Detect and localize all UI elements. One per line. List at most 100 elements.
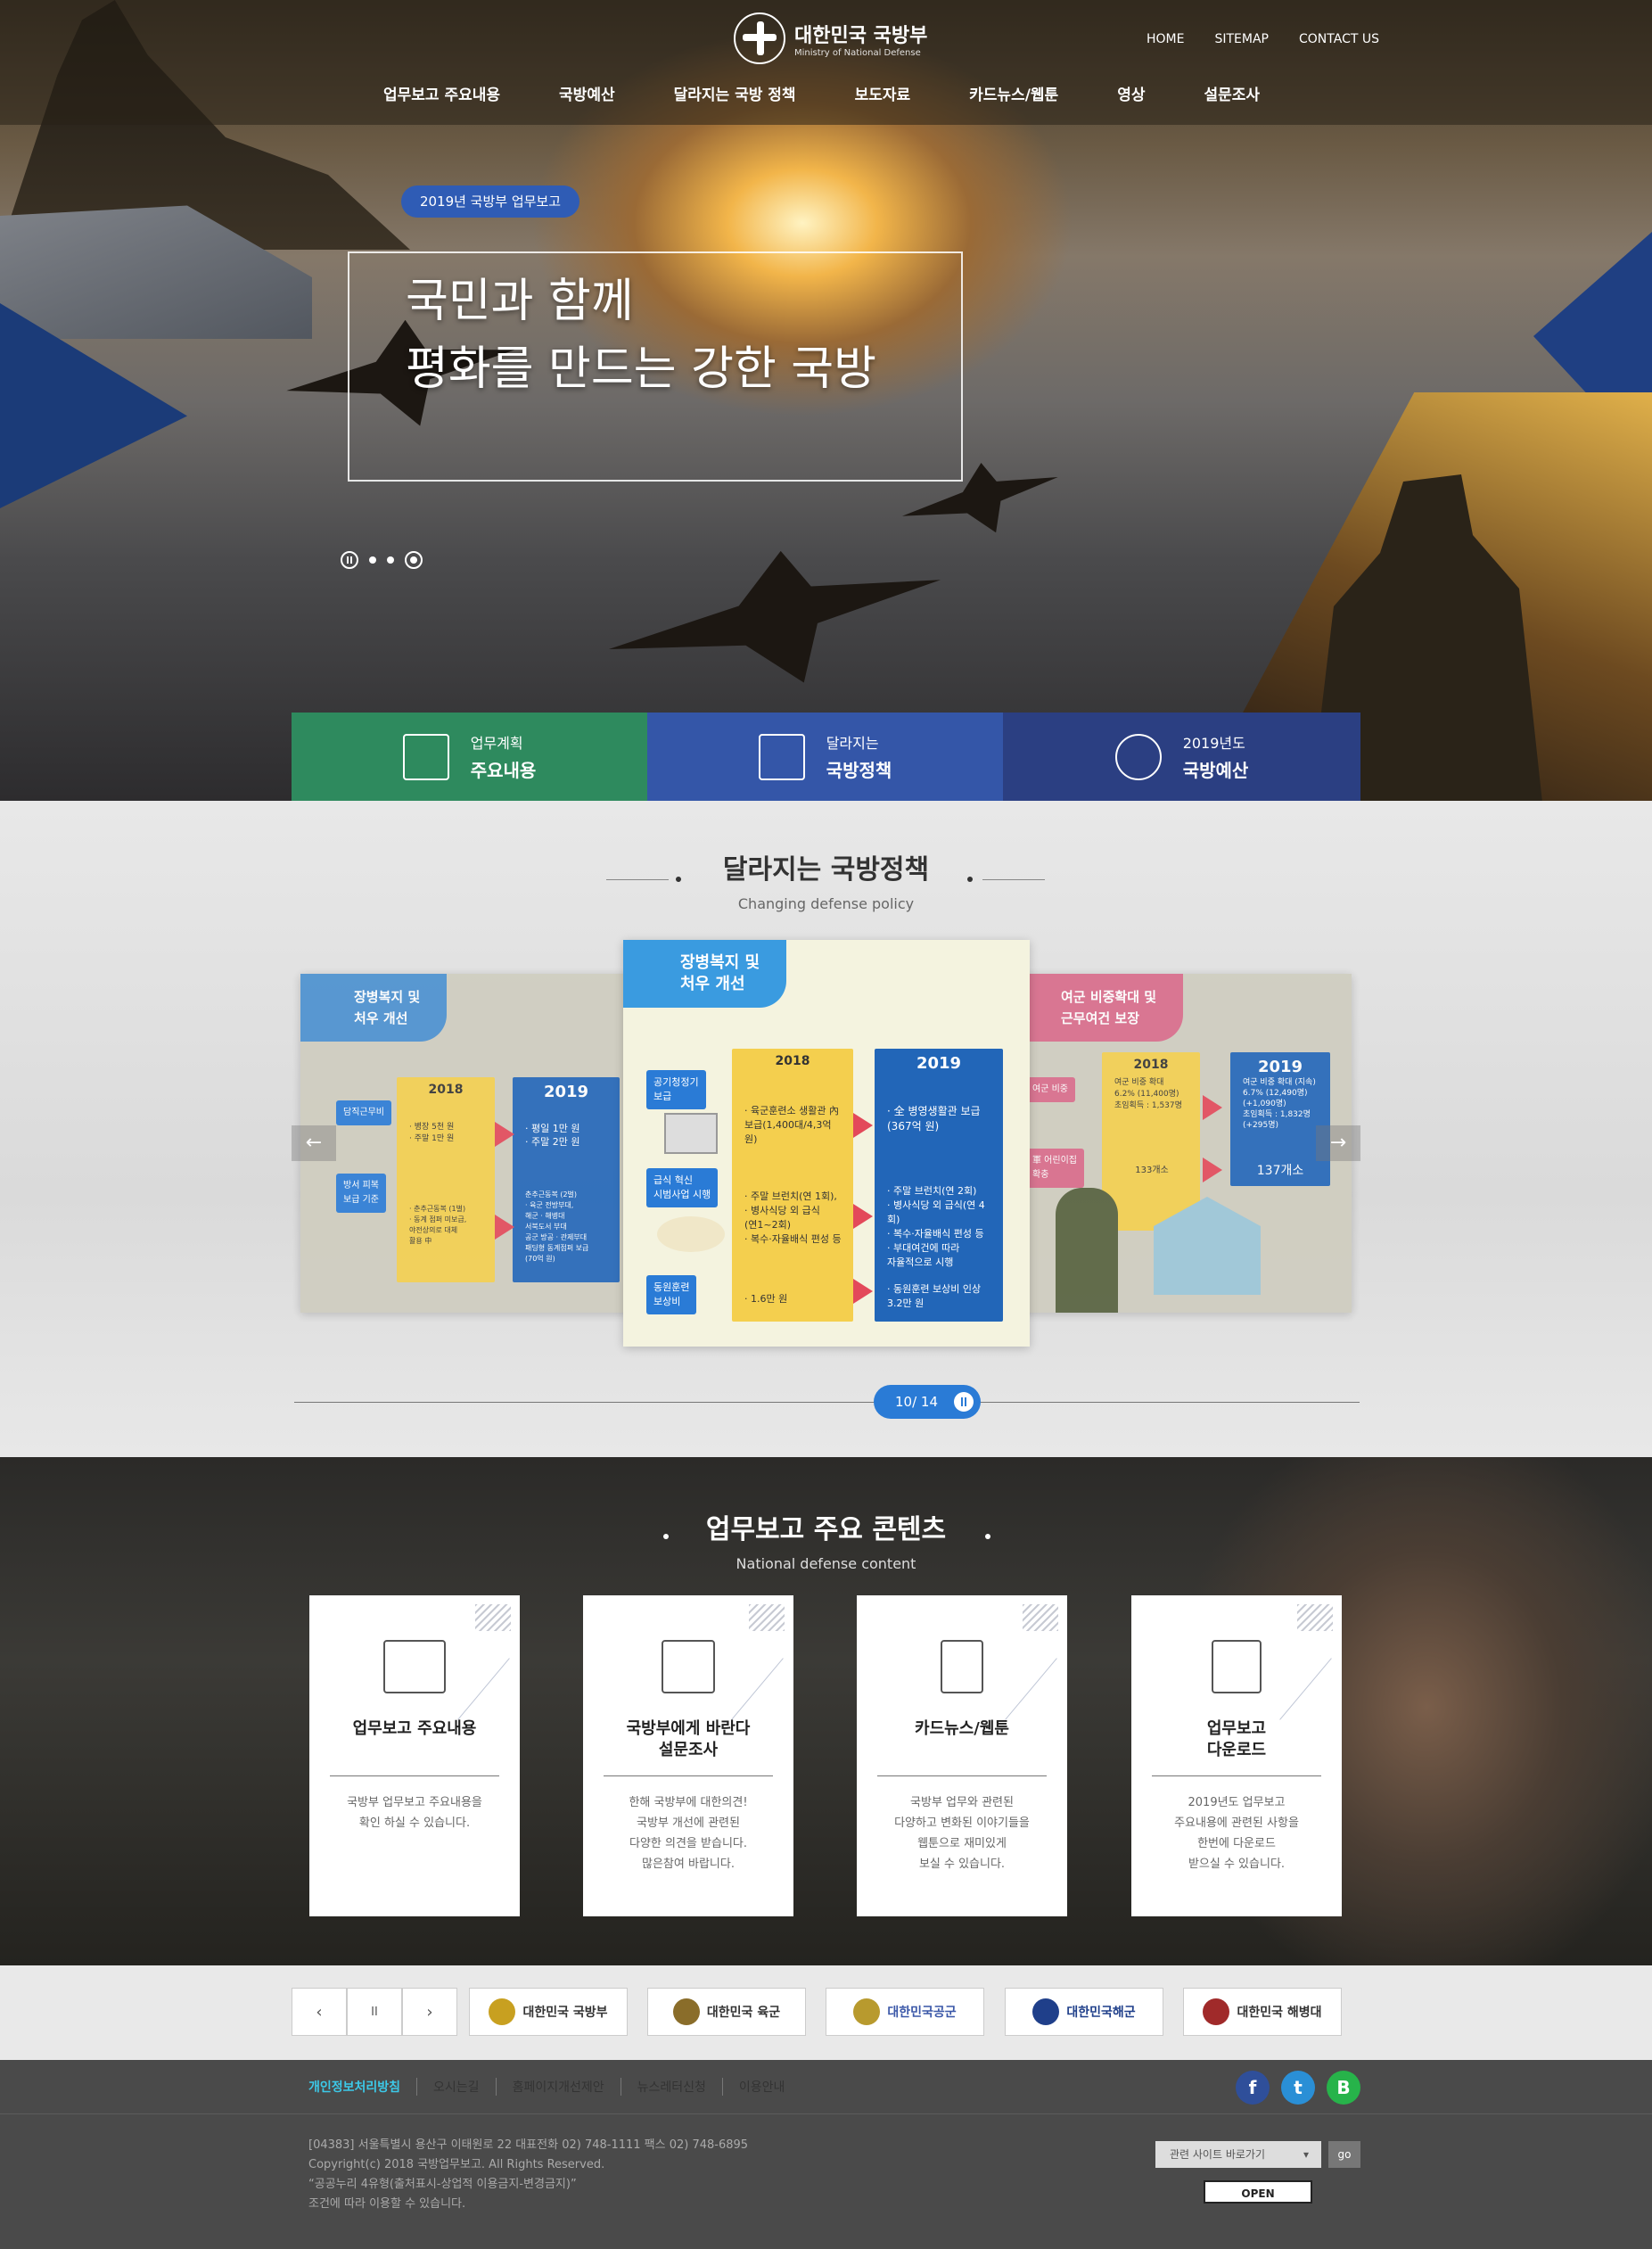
hero-title-line2: 평화를 만드는 강한 국방 bbox=[406, 342, 876, 396]
card-divider bbox=[1152, 1775, 1321, 1776]
arrow-icon bbox=[853, 1113, 873, 1138]
footer-link-newsletter[interactable]: 뉴스레터신청 bbox=[637, 2078, 723, 2096]
banner-airforce[interactable]: 대한민국공군 bbox=[826, 1988, 984, 2036]
content-card-download[interactable]: 업무보고 다운로드 2019년도 업무보고 주요내용에 관련된 사항을 한번에 … bbox=[1131, 1595, 1342, 1916]
nav-item-video[interactable]: 영상 bbox=[1117, 82, 1145, 104]
card-divider bbox=[330, 1775, 499, 1776]
cell-2019: 춘추근동복 (2벌) · 육군 전방부대, 해군 · 해병대 서북도서 부대 공… bbox=[525, 1190, 589, 1263]
footer-link-guide[interactable]: 이용안내 bbox=[739, 2078, 801, 2096]
won-coin-hand-icon bbox=[1114, 733, 1162, 780]
next-slide-arrow-icon[interactable]: → bbox=[1316, 1125, 1360, 1161]
footer-link-suggest[interactable]: 홈페이지개선제안 bbox=[513, 2078, 621, 2096]
row-label: 여군 비중 bbox=[1025, 1077, 1075, 1102]
card-divider bbox=[877, 1775, 1047, 1776]
footer-address: [04383] 서울특별시 용산구 이태원로 22 대표전화 02) 748-1… bbox=[308, 2138, 749, 2152]
document-magnifier-icon bbox=[662, 1640, 715, 1693]
banner-mnd[interactable]: 대한민국 국방부 bbox=[469, 1988, 628, 2036]
slide-dot[interactable] bbox=[369, 556, 376, 564]
year-label: 2019 bbox=[543, 1083, 589, 1101]
pause-icon[interactable] bbox=[954, 1392, 974, 1412]
policy-card-prev[interactable]: 장병복지 및 처우 개선 2018 2019 담직근무비 방서 피복 보급 기준… bbox=[300, 974, 632, 1313]
pause-icon[interactable] bbox=[341, 551, 358, 569]
cell-2019: · 평일 1만 원 · 주말 2만 원 bbox=[525, 1123, 580, 1148]
row-label: 동원훈련 보상비 bbox=[646, 1275, 697, 1314]
util-home-link[interactable]: HOME bbox=[1147, 32, 1184, 46]
quick-tab-policy[interactable]: 달라지는 국방정책 bbox=[647, 713, 1003, 801]
brand-title: 대한민국 국방부 bbox=[794, 24, 928, 47]
prev-slide-arrow-icon[interactable]: ← bbox=[292, 1125, 336, 1161]
twitter-icon[interactable]: t bbox=[1281, 2071, 1315, 2105]
banner-marines[interactable]: 대한민국 해병대 bbox=[1183, 1988, 1342, 2036]
title-rule bbox=[606, 879, 669, 880]
army-logo-icon bbox=[672, 1998, 700, 2025]
nav-item-budget[interactable]: 국방예산 bbox=[559, 82, 615, 104]
quick-tab-line2: 국방예산 bbox=[1182, 760, 1249, 781]
nav-item-report[interactable]: 업무보고 주요내용 bbox=[383, 82, 500, 104]
site-logo[interactable]: 대한민국 국방부 Ministry of National Defense bbox=[734, 12, 927, 64]
cell-2019: · 全 병영생활관 보급 (367억 원) bbox=[887, 1105, 981, 1133]
cell-2019: · 주말 브런치(연 2회) · 병사식당 외 급식(연 4회) · 복수·자율… bbox=[887, 1185, 985, 1268]
footer-nav: 개인정보처리방침 오시는길 홈페이지개선제안 뉴스레터신청 이용안내 bbox=[308, 2078, 817, 2096]
title-dot bbox=[985, 1534, 990, 1539]
nav-item-cardnews[interactable]: 카드뉴스/웹툰 bbox=[969, 82, 1058, 104]
utility-nav: HOME SITEMAP CONTACT US bbox=[1147, 32, 1379, 46]
slide-dot[interactable] bbox=[387, 556, 394, 564]
line-chart-board-icon bbox=[383, 1640, 446, 1693]
decor-stripe bbox=[749, 1604, 785, 1631]
marines-logo-icon bbox=[1203, 1998, 1230, 2025]
arrow-icon bbox=[853, 1204, 873, 1229]
banner-army[interactable]: 대한민국 육군 bbox=[647, 1988, 806, 2036]
blog-icon[interactable]: B bbox=[1327, 2071, 1360, 2105]
cell-2018: · 육군훈련소 생활관 內 보급(1,400대/4,3억 원) bbox=[744, 1105, 839, 1145]
footer bbox=[0, 2060, 1652, 2249]
presentation-board-icon bbox=[402, 733, 449, 780]
related-sites-go-button[interactable]: go bbox=[1328, 2141, 1360, 2168]
slide-pager: 10/ 14 bbox=[874, 1385, 981, 1419]
book-icon bbox=[758, 733, 805, 780]
nav-item-survey[interactable]: 설문조사 bbox=[1204, 82, 1260, 104]
policy-card-current[interactable]: 장병복지 및 처우 개선 2018 2019 공기청정기 보급 급식 혁신 시범… bbox=[623, 940, 1030, 1347]
banner-navy[interactable]: 대한민국해군 bbox=[1005, 1988, 1163, 2036]
open-license-badge: OPEN bbox=[1204, 2180, 1312, 2204]
footer-divider bbox=[0, 2113, 1652, 2114]
related-sites-select[interactable]: 관련 사이트 바로가기 ▾ bbox=[1155, 2141, 1321, 2168]
arrow-icon bbox=[1203, 1157, 1222, 1182]
row-label: 방서 피복 보급 기준 bbox=[336, 1174, 386, 1213]
row-label: 軍 어린이집 확충 bbox=[1025, 1149, 1084, 1188]
content-card-survey[interactable]: 국방부에게 바란다 설문조사 한해 국방부에 대한의견! 국방부 개선에 관련된… bbox=[583, 1595, 793, 1916]
facebook-icon[interactable]: f bbox=[1236, 2071, 1270, 2105]
quick-tab-report[interactable]: 업무계획 주요내용 bbox=[292, 713, 647, 801]
banner-prev-chevron-icon[interactable]: ‹ bbox=[292, 1988, 347, 2036]
card-desc: 2019년도 업무보고 주요내용에 관련된 사항을 한번에 다운로드 받으실 수… bbox=[1174, 1796, 1299, 1871]
quick-tab-budget[interactable]: 2019년도국방예산 bbox=[1003, 713, 1360, 801]
chevron-down-icon: ▾ bbox=[1303, 2148, 1309, 2161]
quick-tab-line1: 2019년도 bbox=[1182, 735, 1245, 752]
cell-2018: · 병장 5천 원 · 주말 1만 원 bbox=[409, 1123, 455, 1143]
card-heading: 장병복지 및 처우 개선 bbox=[623, 940, 787, 1008]
slide-dot-active[interactable] bbox=[405, 551, 423, 569]
banner-next-chevron-icon[interactable]: › bbox=[402, 1988, 457, 2036]
row-label: 담직근무비 bbox=[336, 1100, 391, 1125]
card-divider bbox=[604, 1775, 773, 1776]
util-contact-link[interactable]: CONTACT US bbox=[1299, 32, 1379, 46]
decor-slash bbox=[1005, 1658, 1057, 1720]
badge-document-icon bbox=[941, 1640, 983, 1693]
decor-stripe bbox=[1297, 1604, 1333, 1631]
title-dot bbox=[676, 877, 681, 882]
footer-link-directions[interactable]: 오시는길 bbox=[433, 2078, 497, 2096]
banner-label: 대한민국 해병대 bbox=[1237, 2006, 1322, 2020]
content-card-report[interactable]: 업무보고 주요내용 국방부 업무보고 주요내용을 확인 하실 수 있습니다. bbox=[309, 1595, 520, 1916]
footer-link-privacy[interactable]: 개인정보처리방침 bbox=[308, 2078, 418, 2096]
title-dot bbox=[663, 1534, 669, 1539]
banner-pause-icon[interactable]: II bbox=[347, 1988, 402, 2036]
policy-card-next[interactable]: 여군 비중확대 및 근무여건 보장 2018 2019 여군 비중 軍 어린이집… bbox=[1020, 974, 1352, 1313]
hero-title-line1: 국민과 함께 bbox=[406, 275, 634, 328]
nav-item-policy[interactable]: 달라지는 국방 정책 bbox=[674, 82, 796, 104]
util-sitemap-link[interactable]: SITEMAP bbox=[1214, 32, 1269, 46]
nav-item-press[interactable]: 보도자료 bbox=[855, 82, 911, 104]
airforce-logo-icon bbox=[853, 1998, 881, 2025]
row-label: 공기청정기 보급 bbox=[646, 1070, 706, 1109]
arrow-icon bbox=[1203, 1095, 1222, 1120]
related-sites-label: 관련 사이트 바로가기 bbox=[1170, 2148, 1265, 2161]
content-card-cardnews[interactable]: 카드뉴스/웹툰 국방부 업무와 관련된 다양하고 변화된 이야기들을 웹툰으로 … bbox=[857, 1595, 1067, 1916]
